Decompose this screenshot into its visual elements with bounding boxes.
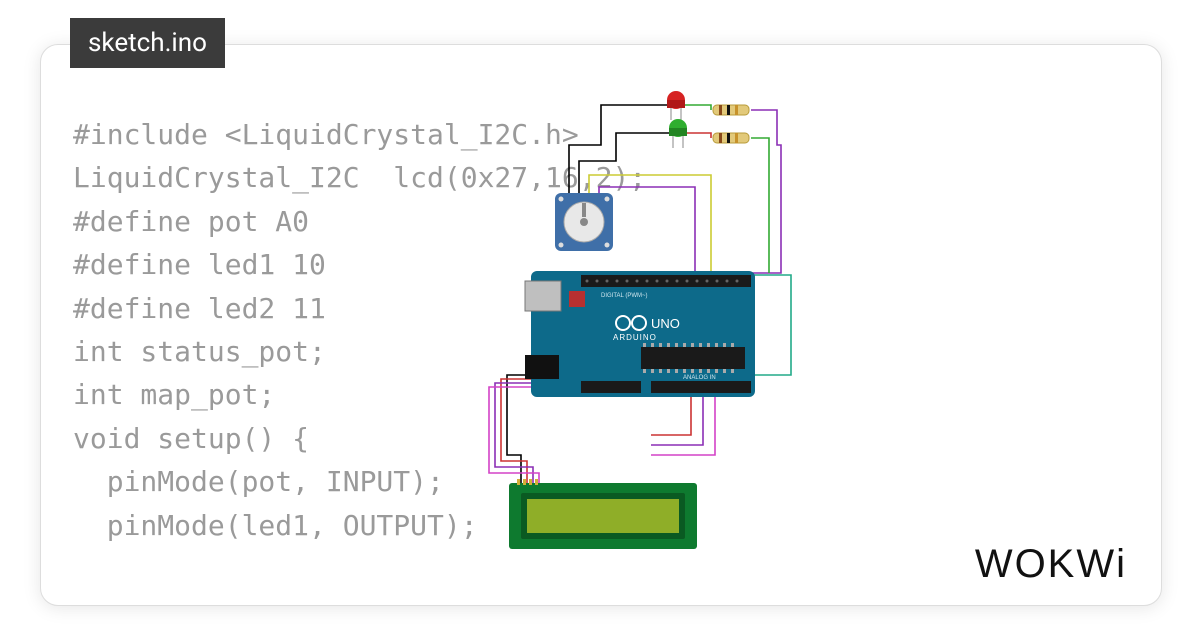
lcd-16x2[interactable] — [509, 479, 697, 549]
wokwi-logo: WOKWi — [975, 542, 1127, 587]
file-tab-label: sketch.ino — [88, 28, 207, 58]
board-brand: ARDUINO — [613, 333, 657, 342]
code-preview: #include <LiquidCrystal_I2C.h> LiquidCry… — [73, 113, 493, 547]
led-red[interactable] — [667, 91, 685, 120]
circuit-diagram: UNO ARDUINO DIGITAL (PWM~) ANALOG IN — [451, 75, 851, 575]
preview-card: #include <LiquidCrystal_I2C.h> LiquidCry… — [40, 44, 1162, 606]
led-green[interactable] — [669, 119, 687, 148]
resistor-2[interactable] — [713, 133, 749, 143]
svg-text:DIGITAL (PWM~): DIGITAL (PWM~) — [601, 293, 648, 299]
potentiometer[interactable] — [555, 193, 613, 251]
board-label: UNO — [651, 316, 680, 331]
svg-text:ANALOG IN: ANALOG IN — [683, 375, 716, 381]
arduino-uno-board[interactable]: UNO ARDUINO DIGITAL (PWM~) ANALOG IN — [525, 271, 755, 397]
resistor-1[interactable] — [713, 105, 749, 115]
wokwi-logo-text: WOKWi — [975, 542, 1127, 586]
file-tab[interactable]: sketch.ino — [70, 18, 225, 68]
